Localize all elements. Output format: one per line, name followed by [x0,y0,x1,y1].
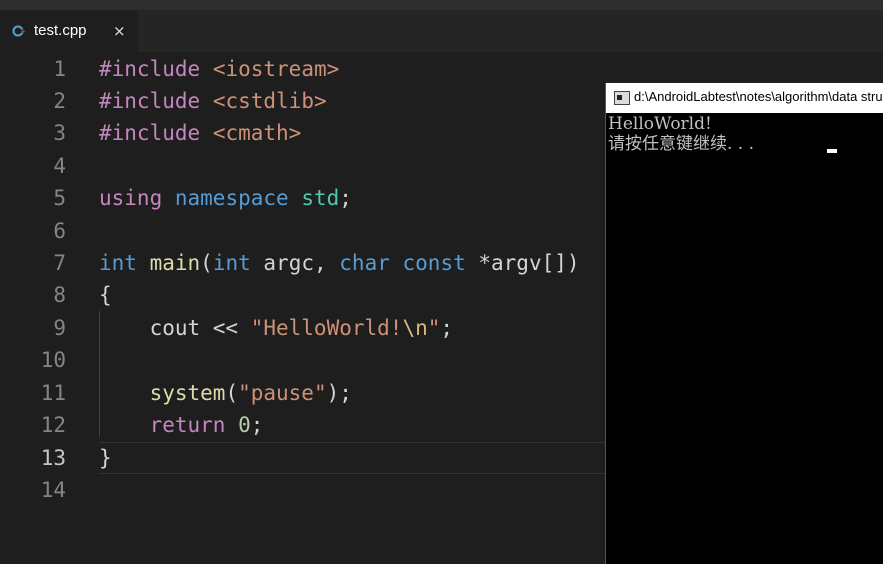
preprocessor-directive: #include [99,121,201,145]
namespace-std: std [301,186,340,210]
keyword-int: int [212,251,251,275]
code-line-1: #include <iostream> [99,53,339,85]
brace-close: } [99,446,112,470]
line-number: 10 [40,348,66,372]
line-number: 11 [40,381,66,405]
code-line-12: return 0; [99,409,264,441]
function-system: system [149,381,226,405]
console-output[interactable]: HelloWorld! 请按任意键继续. . . [606,113,883,564]
svg-text:+: + [21,29,26,36]
include-header: <cstdlib> [212,89,327,113]
keyword-int: int [99,251,137,275]
paren-close: ); [326,381,352,405]
code-line-2: #include <cstdlib> [99,85,327,117]
console-cursor [827,149,837,153]
include-header: <cmath> [212,121,302,145]
escape-sequence: \n [402,316,428,340]
line-number-active: 13 [40,446,66,470]
line-number: 8 [53,283,66,307]
include-header: <iostream> [212,57,340,81]
keyword-return: return [149,413,226,437]
semicolon: ; [250,413,264,437]
string-literal: "pause" [238,381,327,405]
code-line-11: system("pause"); [99,377,352,409]
console-app-icon [614,91,630,105]
line-number: 1 [53,57,66,81]
console-titlebar[interactable]: d:\AndroidLabtest\notes\algorithm\data s… [606,83,883,113]
preprocessor-directive: #include [99,89,201,113]
line-number: 5 [53,186,66,210]
tab-test-cpp[interactable]: + test.cpp × [0,10,138,52]
preprocessor-directive: #include [99,57,201,81]
line-number: 6 [53,219,66,243]
paren-open: ( [225,381,239,405]
function-main: main [149,251,201,275]
line-number: 12 [40,413,66,437]
line-number: 3 [53,121,66,145]
brace-open: { [99,283,112,307]
line-number: 9 [53,316,66,340]
console-output-line: 请按任意键继续. . . [608,134,760,154]
line-number-gutter: 1 2 3 4 5 6 7 8 9 10 11 12 13 14 [0,52,85,564]
line-number: 2 [53,89,66,113]
keyword-char: char [339,251,390,275]
title-strip [0,0,883,10]
code-line-7: int main(int argc, char const *argv[]) [99,247,580,279]
param-argc: argc, [250,251,340,275]
semicolon: ; [440,316,454,340]
close-icon[interactable]: × [113,21,126,41]
semicolon: ; [339,186,352,210]
code-line-8: { [99,279,112,311]
cpp-file-icon: + [12,25,26,37]
cout-stmt: cout << [99,316,251,340]
code-line-13: } [99,442,112,474]
paren-open: ( [200,251,213,275]
keyword-const: const [402,251,466,275]
keyword-using: using [99,186,163,210]
string-quote: " [427,316,441,340]
keyword-namespace: namespace [174,186,289,210]
tab-label: test.cpp [34,22,87,39]
string-literal: "HelloWorld! [250,316,403,340]
line-number: 7 [53,251,66,275]
line-number: 14 [40,478,66,502]
tab-bar: + test.cpp × [0,10,883,52]
code-line-3: #include <cmath> [99,117,301,149]
console-title: d:\AndroidLabtest\notes\algorithm\data s… [634,89,883,104]
line-number: 4 [53,154,66,178]
number-literal: 0 [238,413,251,437]
code-line-5: using namespace std; [99,182,352,214]
param-argv: *argv[]) [465,251,580,275]
console-window[interactable]: d:\AndroidLabtest\notes\algorithm\data s… [605,83,883,564]
code-line-9: cout << "HelloWorld!\n"; [99,312,453,344]
console-output-line: HelloWorld! [608,114,712,134]
